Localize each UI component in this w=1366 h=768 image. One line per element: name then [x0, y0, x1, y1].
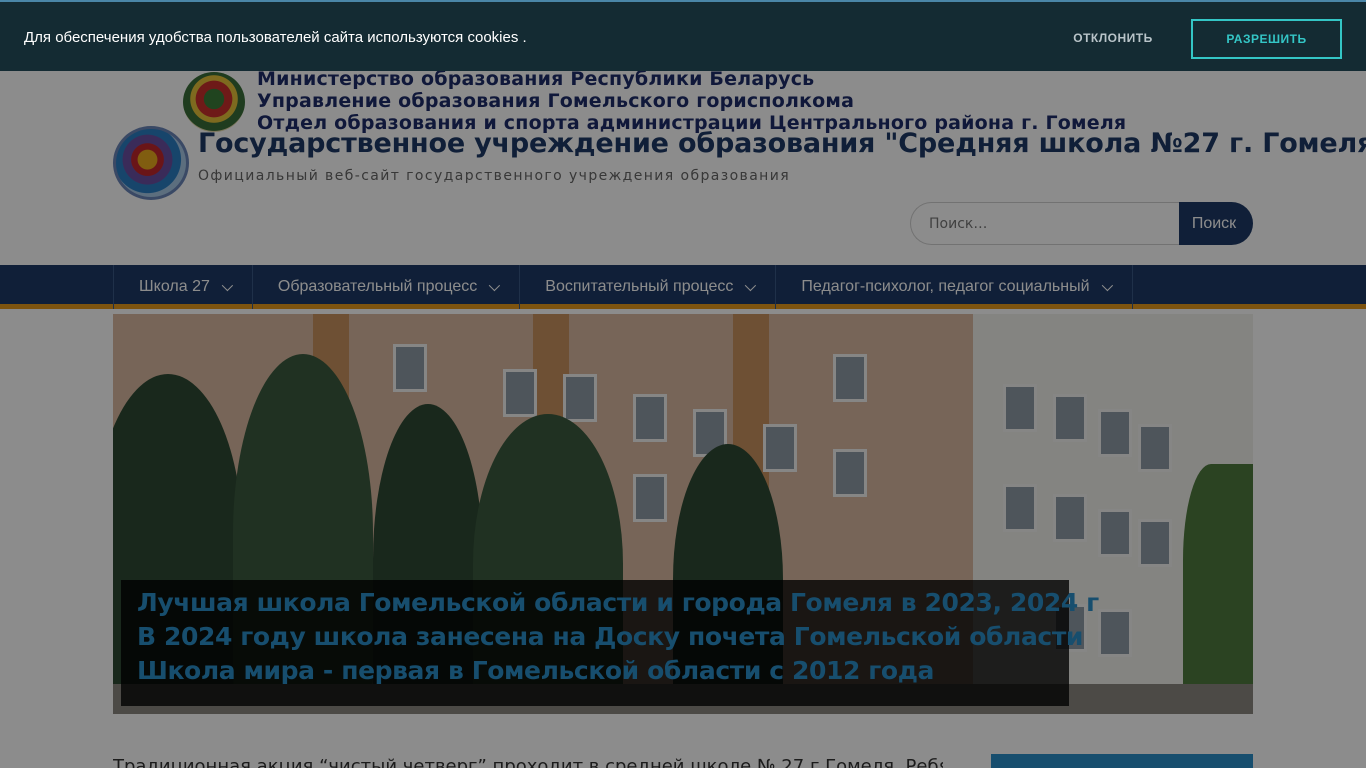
cookie-consent-banner: Для обеспечения удобства пользователей с…	[0, 0, 1366, 71]
cookie-message: Для обеспечения удобства пользователей с…	[24, 29, 527, 46]
page-dim-overlay	[0, 0, 1366, 768]
cookie-decline-button[interactable]: ОТКЛОНИТЬ	[1062, 19, 1164, 57]
cookie-allow-button[interactable]: РАЗРЕШИТЬ	[1191, 19, 1342, 59]
